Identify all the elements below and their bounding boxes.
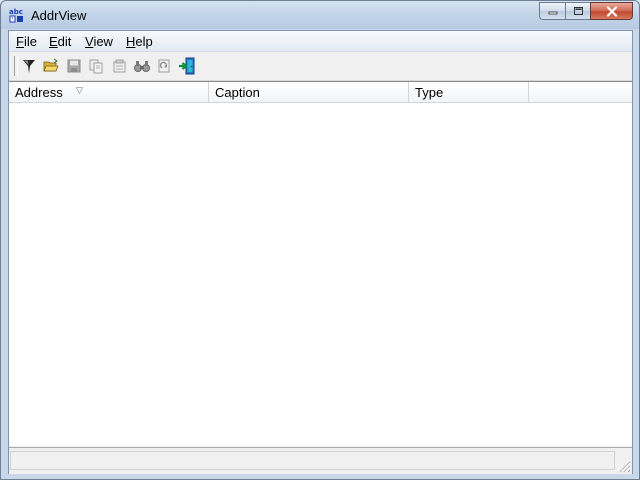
toolbar [9,52,632,81]
save-button[interactable] [64,56,84,76]
menu-edit-label: dit [57,34,72,49]
sort-arrow-icon: ▽ [76,85,83,95]
list-header: Address ▽ Caption Type [9,82,632,103]
find-icon [134,61,150,72]
app-window: abc AddrView File Edit View Help Address… [0,0,640,480]
caption-buttons [539,2,633,21]
menu-help-label: elp [135,34,153,49]
menu-edit[interactable]: Edit [49,34,71,49]
open-folder-icon [43,58,59,72]
minimize-icon [548,11,557,15]
filter-button[interactable] [19,56,39,76]
menu-view[interactable]: View [85,34,113,49]
size-grip-icon[interactable] [617,459,631,473]
app-icon[interactable]: abc [9,7,25,23]
save-icon [67,59,81,73]
menu-file-label: ile [23,34,37,49]
column-header-label: Caption [215,85,260,100]
svg-text:abc: abc [9,8,23,16]
minimize-button[interactable] [539,2,565,20]
column-header-type[interactable]: Type [409,82,529,102]
toolbar-grip[interactable] [14,56,18,76]
column-header-empty[interactable] [529,82,632,102]
refresh-icon [158,59,170,73]
menu-help[interactable]: Help [126,34,153,49]
status-panel [10,451,615,470]
exit-icon [179,57,195,75]
window-title: AddrView [31,8,87,23]
menu-edit-accel: E [49,34,58,49]
status-bar [9,447,632,474]
properties-button[interactable] [109,56,129,76]
column-header-caption[interactable]: Caption [209,82,409,102]
close-icon [606,5,617,17]
close-button[interactable] [590,2,633,20]
title-bar[interactable]: abc AddrView [1,1,639,29]
find-button[interactable] [132,56,152,76]
column-header-label: Address [15,85,63,100]
menu-file-accel: F [16,34,24,49]
copy-icon [89,59,103,74]
maximize-button[interactable] [565,2,590,20]
menu-view-label: iew [93,34,113,49]
menu-help-accel: H [126,34,136,49]
open-button[interactable] [41,56,61,76]
filter-icon [23,60,35,73]
refresh-button[interactable] [154,56,174,76]
properties-icon [113,59,126,73]
menu-bar: File Edit View Help [9,31,632,52]
menu-file[interactable]: File [16,34,37,49]
copy-button[interactable] [86,56,106,76]
column-header-label: Type [415,85,444,100]
column-header-address[interactable]: Address ▽ [9,82,209,102]
maximize-icon [573,7,583,15]
address-list[interactable]: Address ▽ Caption Type [9,81,632,446]
client-area: File Edit View Help Address ▽ Caption Ty… [8,30,633,474]
exit-button[interactable] [177,56,197,76]
